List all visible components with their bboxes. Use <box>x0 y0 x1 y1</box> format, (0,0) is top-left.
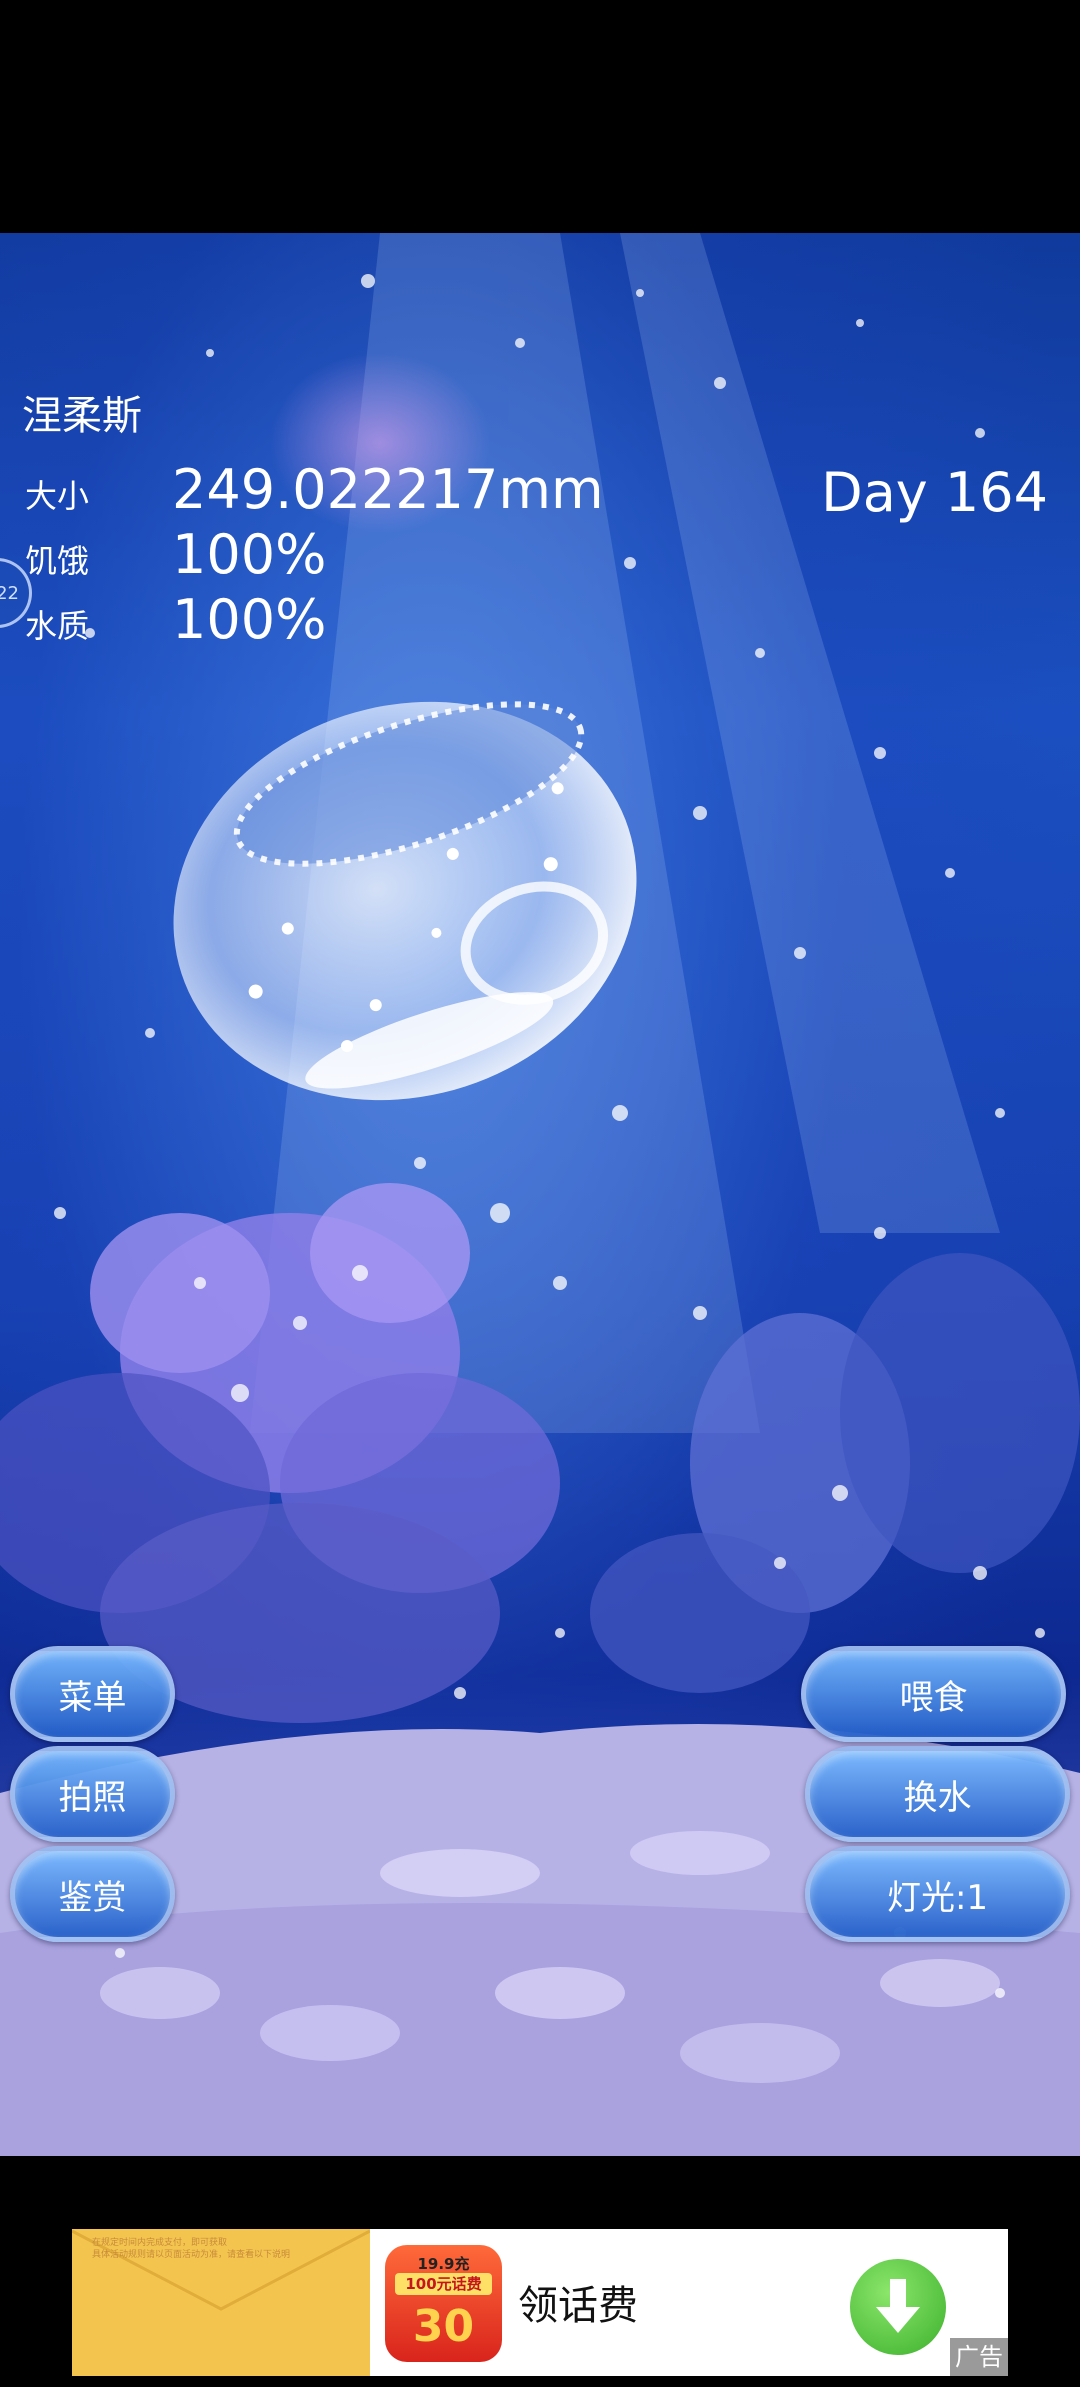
size-value: 249.022217mm <box>172 458 604 521</box>
photo-button-label: 拍照 <box>58 1777 127 1818</box>
ad-app-icon: 19.9充 100元话费 30 <box>385 2245 502 2362</box>
hunger-value: 100% <box>172 523 327 586</box>
ad-icon-strip: 100元话费 <box>395 2273 492 2295</box>
top-letterbox <box>0 0 1080 233</box>
pet-name: 涅柔斯 <box>22 393 142 439</box>
gallery-button-label: 鉴赏 <box>58 1877 127 1918</box>
day-counter: Day 164 <box>821 461 1048 524</box>
download-button[interactable] <box>850 2259 946 2355</box>
hunger-label: 饥饿 <box>25 542 90 580</box>
ad-banner[interactable]: 在规定时间内完成支付，即可获取 具体活动规则请以页面活动为准，请查看以下说明 1… <box>72 2229 1008 2376</box>
change-water-button[interactable]: 换水 <box>805 1746 1070 1842</box>
photo-button[interactable]: 拍照 <box>10 1746 175 1842</box>
water-quality-label: 水质 <box>25 607 90 645</box>
menu-button-label: 菜单 <box>58 1677 127 1718</box>
feed-button[interactable]: 喂食 <box>801 1646 1066 1742</box>
gallery-button[interactable]: 鉴赏 <box>10 1846 175 1942</box>
ad-title: 领话费 <box>518 2283 638 2329</box>
ad-icon-price: 19.9充 <box>417 2255 470 2273</box>
ad-small-text-2: 具体活动规则请以页面活动为准，请查看以下说明 <box>92 2250 291 2260</box>
download-arrow-icon <box>876 2279 920 2333</box>
ad-icon-number: 30 <box>412 2301 475 2352</box>
feed-button-label: 喂食 <box>899 1677 968 1718</box>
size-label: 大小 <box>25 477 90 515</box>
change-water-button-label: 换水 <box>903 1777 972 1818</box>
light-button[interactable]: 灯光:1 <box>805 1846 1070 1942</box>
ad-image-panel: 在规定时间内完成支付，即可获取 具体活动规则请以页面活动为准，请查看以下说明 <box>72 2229 370 2376</box>
ad-label-tag: 广告 <box>950 2338 1008 2376</box>
water-quality-value: 100% <box>172 588 327 651</box>
status-hud: 22 涅柔斯 大小 249.022217mm 饥饿 100% 水质 100% D… <box>0 233 1080 693</box>
menu-button[interactable]: 菜单 <box>10 1646 175 1742</box>
light-button-label: 灯光:1 <box>886 1877 989 1918</box>
side-tab-text: 22 <box>0 582 19 604</box>
